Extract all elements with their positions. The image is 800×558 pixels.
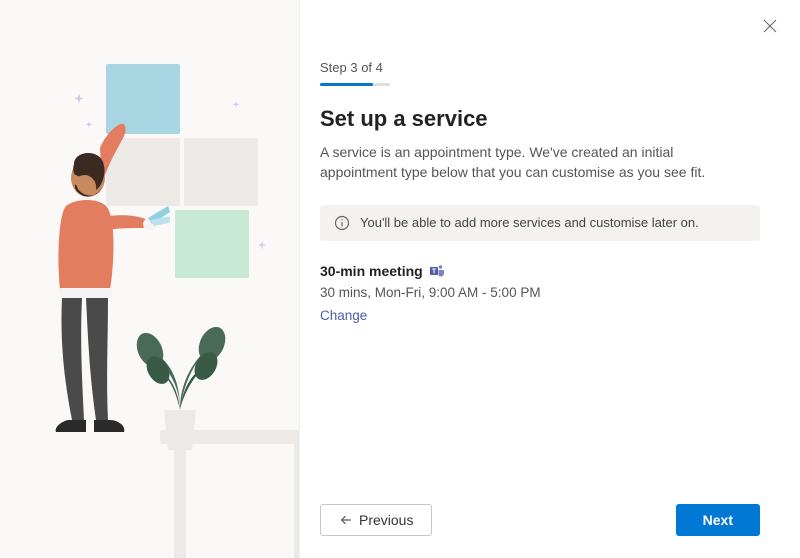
svg-text:T: T <box>432 268 437 275</box>
teams-icon: T <box>429 263 445 279</box>
previous-label: Previous <box>359 512 413 528</box>
previous-button[interactable]: Previous <box>320 504 432 536</box>
tile-green <box>175 210 249 278</box>
wizard-dialog: Step 3 of 4 Set up a service A service i… <box>0 0 800 558</box>
table-illustration <box>160 420 300 558</box>
service-name-row: 30-min meeting T <box>320 263 760 279</box>
change-link[interactable]: Change <box>320 308 367 323</box>
illustration <box>0 0 299 558</box>
info-icon <box>334 215 350 231</box>
arrow-left-icon <box>339 513 353 527</box>
wizard-content: Step 3 of 4 Set up a service A service i… <box>300 0 800 488</box>
content-panel: Step 3 of 4 Set up a service A service i… <box>300 0 800 558</box>
info-banner: You'll be able to add more services and … <box>320 205 760 241</box>
sparkle-icon <box>70 92 88 110</box>
page-description: A service is an appointment type. We've … <box>320 142 750 183</box>
tile-grey-2 <box>184 138 258 206</box>
service-item: 30-min meeting T 30 mins, Mon-Fri, 9:00 … <box>320 263 760 325</box>
close-button[interactable] <box>762 18 778 34</box>
sparkle-icon <box>255 240 269 254</box>
info-text: You'll be able to add more services and … <box>360 215 699 230</box>
sparkle-icon <box>230 100 242 112</box>
step-indicator: Step 3 of 4 <box>320 60 760 75</box>
next-label: Next <box>703 512 733 528</box>
next-button[interactable]: Next <box>676 504 760 536</box>
service-name: 30-min meeting <box>320 263 423 279</box>
wizard-footer: Previous Next <box>300 488 800 558</box>
close-icon <box>762 18 778 34</box>
progress-fill <box>320 83 373 86</box>
service-detail: 30 mins, Mon-Fri, 9:00 AM - 5:00 PM <box>320 285 760 300</box>
progress-bar <box>320 83 390 86</box>
illustration-panel <box>0 0 300 558</box>
page-title: Set up a service <box>320 106 760 132</box>
